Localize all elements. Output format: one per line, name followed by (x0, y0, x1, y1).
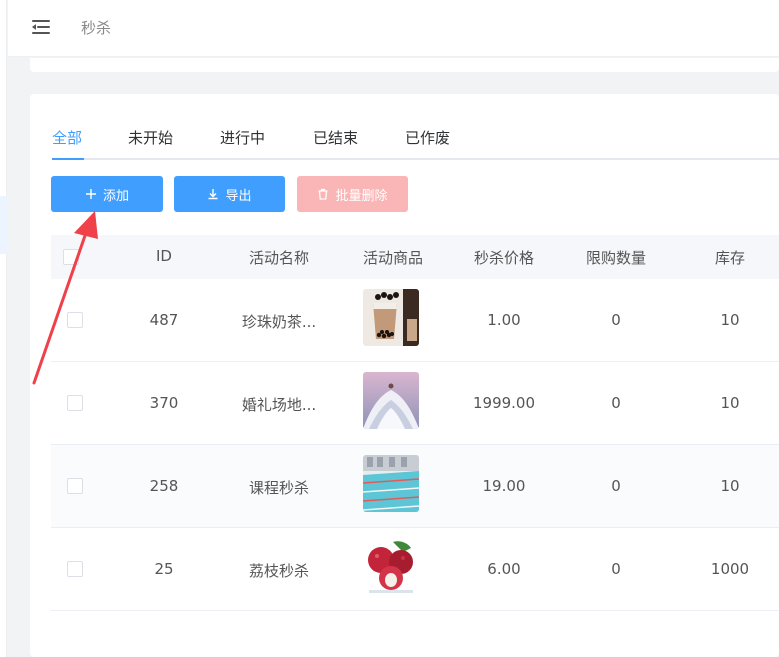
row-checkbox[interactable] (67, 478, 83, 494)
row-limit: 0 (611, 477, 621, 495)
row-stock: 10 (720, 311, 740, 329)
row-limit: 0 (611, 311, 621, 329)
row-activity-name: 荔枝秒杀 (248, 562, 309, 580)
top-header: 秒杀 (8, 0, 779, 57)
trash-icon (317, 188, 329, 200)
row-activity-name: 婚礼场地... (241, 396, 317, 414)
batch-delete-button-label: 批量删除 (335, 188, 388, 204)
row-checkbox[interactable] (67, 312, 83, 328)
row-limit: 0 (611, 560, 621, 578)
select-all-checkbox[interactable] (63, 249, 79, 265)
tab-voided[interactable]: 已作废 (405, 128, 450, 148)
row-limit: 0 (611, 394, 621, 412)
row-activity-name: 课程秒杀 (248, 479, 309, 497)
export-button-label: 导出 (225, 188, 252, 204)
export-button[interactable]: 导出 (174, 176, 285, 212)
column-header-id: ID (156, 247, 172, 265)
wedding-image (363, 372, 419, 429)
row-price: 1.00 (487, 311, 521, 329)
add-button-label: 添加 (102, 188, 129, 204)
table-row: 370 婚礼场地... 1999.00 0 10 (51, 362, 779, 445)
tab-ended[interactable]: 已结束 (313, 128, 358, 148)
row-price: 19.00 (482, 477, 526, 495)
row-id: 258 (149, 477, 179, 495)
row-checkbox[interactable] (67, 395, 83, 411)
swimming-pool-image (363, 455, 419, 512)
column-header-goods: 活动商品 (362, 249, 423, 267)
column-header-name: 活动名称 (248, 249, 309, 267)
table-row: 25 荔枝秒杀 6.00 0 1000 (51, 528, 779, 611)
row-price: 6.00 (487, 560, 521, 578)
download-icon (207, 188, 219, 200)
page-title: 秒杀 (81, 19, 112, 37)
menu-fold-icon[interactable] (32, 20, 50, 34)
side-active-marker (0, 196, 7, 254)
plus-icon (85, 188, 97, 200)
row-id: 487 (149, 311, 179, 329)
tab-not-started[interactable]: 未开始 (128, 128, 173, 148)
seckill-table: ID 活动名称 活动商品 秒杀价格 限购数量 库存 487 珍珠奶茶... 1.… (51, 235, 779, 611)
side-strip (0, 0, 7, 657)
row-id: 25 (154, 560, 174, 578)
batch-delete-button[interactable]: 批量删除 (297, 176, 408, 212)
tab-all[interactable]: 全部 (52, 128, 82, 148)
row-stock: 10 (720, 394, 740, 412)
table-row: 258 课程秒杀 19.00 0 10 (51, 445, 779, 528)
row-stock: 10 (720, 477, 740, 495)
column-header-price: 秒杀价格 (473, 249, 534, 267)
column-header-stock: 库存 (714, 249, 745, 267)
milk-tea-image (363, 289, 419, 346)
main-panel: 全部 未开始 进行中 已结束 已作废 添加 导出 批量删除 ID 活动名称 活动… (30, 94, 779, 657)
row-activity-name: 珍珠奶茶... (241, 313, 317, 331)
row-price: 1999.00 (472, 394, 536, 412)
lychee-image (363, 538, 419, 595)
tab-in-progress[interactable]: 进行中 (220, 128, 265, 148)
row-stock: 1000 (710, 560, 750, 578)
table-header: ID 活动名称 活动商品 秒杀价格 限购数量 库存 (51, 235, 779, 279)
filter-panel (30, 58, 779, 72)
add-button[interactable]: 添加 (51, 176, 163, 212)
table-row: 487 珍珠奶茶... 1.00 0 10 (51, 279, 779, 362)
row-checkbox[interactable] (67, 561, 83, 577)
active-tab-indicator (52, 158, 84, 160)
column-header-limit: 限购数量 (585, 249, 646, 267)
row-id: 370 (149, 394, 179, 412)
status-tabs: 全部 未开始 进行中 已结束 已作废 (52, 128, 779, 160)
